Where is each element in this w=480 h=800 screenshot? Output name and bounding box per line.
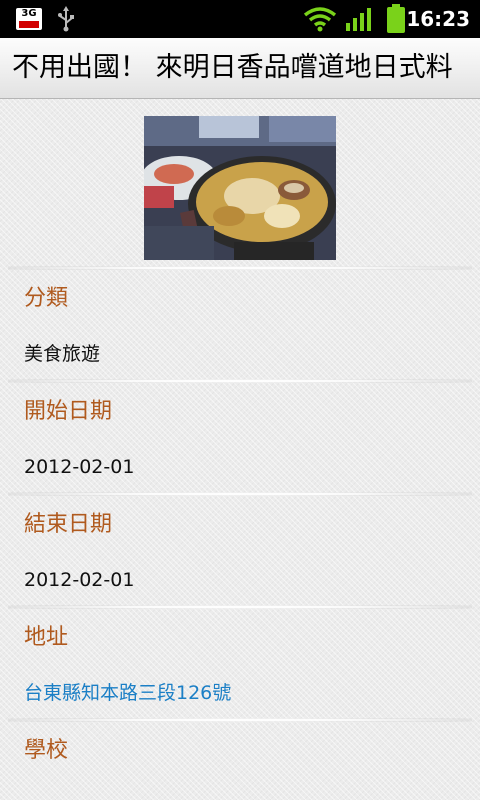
end-date-label: 結束日期 (24, 512, 113, 537)
battery-icon (387, 4, 405, 33)
divider (8, 266, 472, 270)
wifi-icon (303, 7, 337, 32)
3g-icon: 3G (16, 8, 42, 30)
divider (8, 605, 472, 609)
title-bar: 不用出國！ 來明日香品嚐道地日式料 (0, 38, 480, 99)
usb-icon (58, 6, 74, 32)
start-date-value: 2012-02-01 (24, 456, 135, 478)
page-title: 不用出國！ 來明日香品嚐道地日式料 (12, 52, 453, 83)
category-label: 分類 (24, 286, 69, 311)
event-photo[interactable] (144, 116, 336, 260)
category-value: 美食旅遊 (24, 343, 101, 365)
signal-icon (346, 8, 371, 31)
divider (8, 379, 472, 383)
end-date-value: 2012-02-01 (24, 569, 135, 591)
divider (8, 718, 472, 722)
address-label: 地址 (24, 625, 69, 650)
food-photo (144, 116, 336, 260)
address-link[interactable]: 台東縣知本路三段126號 (24, 679, 231, 707)
status-bar: 3G 16:23 (0, 0, 480, 38)
clock: 16:23 (406, 7, 470, 31)
school-label: 學校 (24, 738, 69, 763)
network-badge: 3G (21, 8, 37, 19)
start-date-label: 開始日期 (24, 399, 113, 424)
divider (8, 492, 472, 496)
